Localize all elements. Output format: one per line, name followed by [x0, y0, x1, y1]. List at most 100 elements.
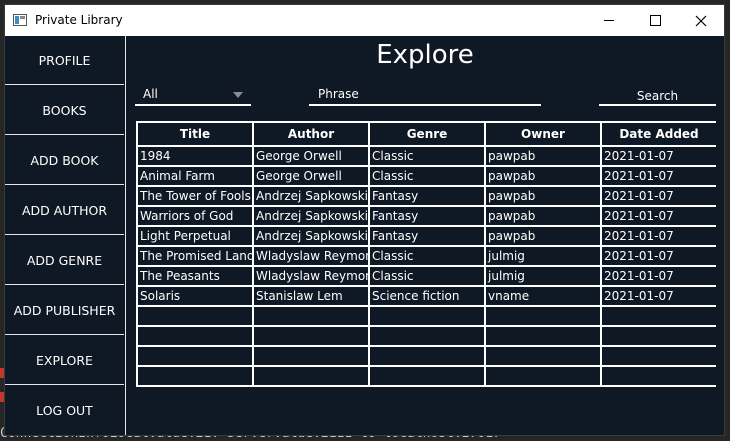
- cell-genre[interactable]: [368, 345, 486, 367]
- cell-date-added[interactable]: 2021-01-07: [600, 165, 716, 187]
- cell-owner[interactable]: pawpab: [484, 185, 602, 207]
- sidebar-item-add-book[interactable]: ADD BOOK: [5, 136, 124, 185]
- column-header-owner[interactable]: Owner: [484, 121, 602, 147]
- sidebar-item-profile[interactable]: PROFILE: [5, 36, 124, 85]
- filter-select[interactable]: All: [135, 84, 251, 106]
- cell-title[interactable]: 1984: [136, 145, 254, 167]
- table-header-row: Title Author Genre Owner Date Added: [136, 121, 716, 147]
- sidebar-item-add-publisher[interactable]: ADD PUBLISHER: [5, 286, 124, 335]
- table-row[interactable]: The Peasants Wladyslaw Reymont Classic julm…: [136, 265, 716, 287]
- cell-owner[interactable]: [484, 305, 602, 327]
- table-row[interactable]: The Promised Land Wladyslaw Reymont Classi…: [136, 245, 716, 267]
- cell-date-added[interactable]: 2021-01-07: [600, 225, 716, 247]
- cell-owner[interactable]: julmig: [484, 245, 602, 267]
- books-table: Title Author Genre Owner Date Added 1984…: [136, 121, 716, 435]
- cell-genre[interactable]: [368, 325, 486, 347]
- sidebar: PROFILE BOOKS ADD BOOK ADD AUTHOR ADD GE…: [5, 36, 126, 435]
- cell-title[interactable]: Solaris: [136, 285, 254, 307]
- cell-title[interactable]: The Promised Land: [136, 245, 254, 267]
- column-header-author[interactable]: Author: [252, 121, 370, 147]
- search-button[interactable]: Search: [599, 84, 716, 106]
- sidebar-item-books[interactable]: BOOKS: [5, 86, 124, 135]
- cell-author[interactable]: Andrzej Sapkowski: [252, 225, 370, 247]
- table-row[interactable]: 1984 George Orwell Classic pawpab 2021-01-07: [136, 145, 716, 167]
- cell-genre[interactable]: [368, 365, 486, 387]
- cell-title[interactable]: Animal Farm: [136, 165, 254, 187]
- cell-owner[interactable]: pawpab: [484, 225, 602, 247]
- cell-author[interactable]: [252, 365, 370, 387]
- cell-title[interactable]: [136, 305, 254, 327]
- cell-author[interactable]: [252, 305, 370, 327]
- table-row[interactable]: Warriors of God Andrzej Sapkowski Fantasy p…: [136, 205, 716, 227]
- cell-date-added[interactable]: [600, 345, 716, 367]
- cell-author[interactable]: Andrzej Sapkowski: [252, 185, 370, 207]
- cell-genre[interactable]: Fantasy: [368, 225, 486, 247]
- table-row[interactable]: Animal Farm George Orwell Classic pawpab 202…: [136, 165, 716, 187]
- cell-genre[interactable]: Fantasy: [368, 185, 486, 207]
- search-input[interactable]: Phrase: [309, 84, 541, 106]
- cell-title[interactable]: [136, 325, 254, 347]
- close-button[interactable]: [678, 5, 724, 36]
- cell-date-added[interactable]: 2021-01-07: [600, 245, 716, 267]
- cell-genre[interactable]: Fantasy: [368, 205, 486, 227]
- cell-title[interactable]: [136, 345, 254, 367]
- cell-date-added[interactable]: [600, 325, 716, 347]
- cell-genre[interactable]: Classic: [368, 245, 486, 267]
- title-bar[interactable]: Private Library: [5, 5, 724, 36]
- cell-owner[interactable]: pawpab: [484, 205, 602, 227]
- table-row[interactable]: [136, 305, 716, 327]
- cell-genre[interactable]: [368, 305, 486, 327]
- cell-date-added[interactable]: 2021-01-07: [600, 145, 716, 167]
- cell-date-added[interactable]: 2021-01-07: [600, 285, 716, 307]
- sidebar-item-log-out[interactable]: LOG OUT: [5, 386, 124, 435]
- column-header-genre[interactable]: Genre: [368, 121, 486, 147]
- table-row[interactable]: Light Perpetual Andrzej Sapkowski Fantasy p…: [136, 225, 716, 247]
- cell-genre[interactable]: Classic: [368, 265, 486, 287]
- cell-date-added[interactable]: 2021-01-07: [600, 265, 716, 287]
- cell-author[interactable]: Wladyslaw Reymont: [252, 245, 370, 267]
- cell-owner[interactable]: [484, 345, 602, 367]
- app-window: Private Library PROFILE BOOKS ADD BOOK A…: [5, 5, 724, 435]
- cell-title[interactable]: The Tower of Fools: [136, 185, 254, 207]
- cell-author[interactable]: Stanislaw Lem: [252, 285, 370, 307]
- table-row[interactable]: [136, 365, 716, 387]
- cell-genre[interactable]: Classic: [368, 145, 486, 167]
- close-icon: [695, 15, 707, 26]
- sidebar-item-add-genre[interactable]: ADD GENRE: [5, 236, 124, 285]
- cell-owner[interactable]: pawpab: [484, 145, 602, 167]
- cell-date-added[interactable]: [600, 305, 716, 327]
- cell-title[interactable]: The Peasants: [136, 265, 254, 287]
- cell-author[interactable]: George Orwell: [252, 145, 370, 167]
- table-row[interactable]: Solaris Stanislaw Lem Science fiction vname…: [136, 285, 716, 307]
- cell-date-added[interactable]: 2021-01-07: [600, 185, 716, 207]
- sidebar-item-add-author[interactable]: ADD AUTHOR: [5, 186, 124, 235]
- chevron-down-icon: [233, 92, 243, 98]
- filter-value: All: [143, 87, 158, 101]
- cell-date-added[interactable]: [600, 365, 716, 387]
- cell-genre[interactable]: Classic: [368, 165, 486, 187]
- cell-owner[interactable]: vname: [484, 285, 602, 307]
- cell-author[interactable]: George Orwell: [252, 165, 370, 187]
- cell-title[interactable]: Light Perpetual: [136, 225, 254, 247]
- table-row[interactable]: [136, 345, 716, 367]
- column-header-title[interactable]: Title: [136, 121, 254, 147]
- cell-date-added[interactable]: 2021-01-07: [600, 205, 716, 227]
- maximize-button[interactable]: [632, 5, 678, 36]
- search-placeholder: Phrase: [318, 87, 359, 101]
- cell-author[interactable]: [252, 325, 370, 347]
- column-header-date-added[interactable]: Date Added: [600, 121, 716, 147]
- table-row[interactable]: The Tower of Fools Andrzej Sapkowski Fanta…: [136, 185, 716, 207]
- cell-owner[interactable]: julmig: [484, 265, 602, 287]
- cell-title[interactable]: [136, 365, 254, 387]
- table-row[interactable]: [136, 325, 716, 347]
- sidebar-item-explore[interactable]: EXPLORE: [5, 336, 124, 385]
- cell-author[interactable]: [252, 345, 370, 367]
- cell-genre[interactable]: Science fiction: [368, 285, 486, 307]
- cell-author[interactable]: Wladyslaw Reymont: [252, 265, 370, 287]
- cell-owner[interactable]: [484, 325, 602, 347]
- cell-owner[interactable]: [484, 365, 602, 387]
- minimize-button[interactable]: [586, 5, 632, 36]
- cell-author[interactable]: Andrzej Sapkowski: [252, 205, 370, 227]
- cell-owner[interactable]: pawpab: [484, 165, 602, 187]
- cell-title[interactable]: Warriors of God: [136, 205, 254, 227]
